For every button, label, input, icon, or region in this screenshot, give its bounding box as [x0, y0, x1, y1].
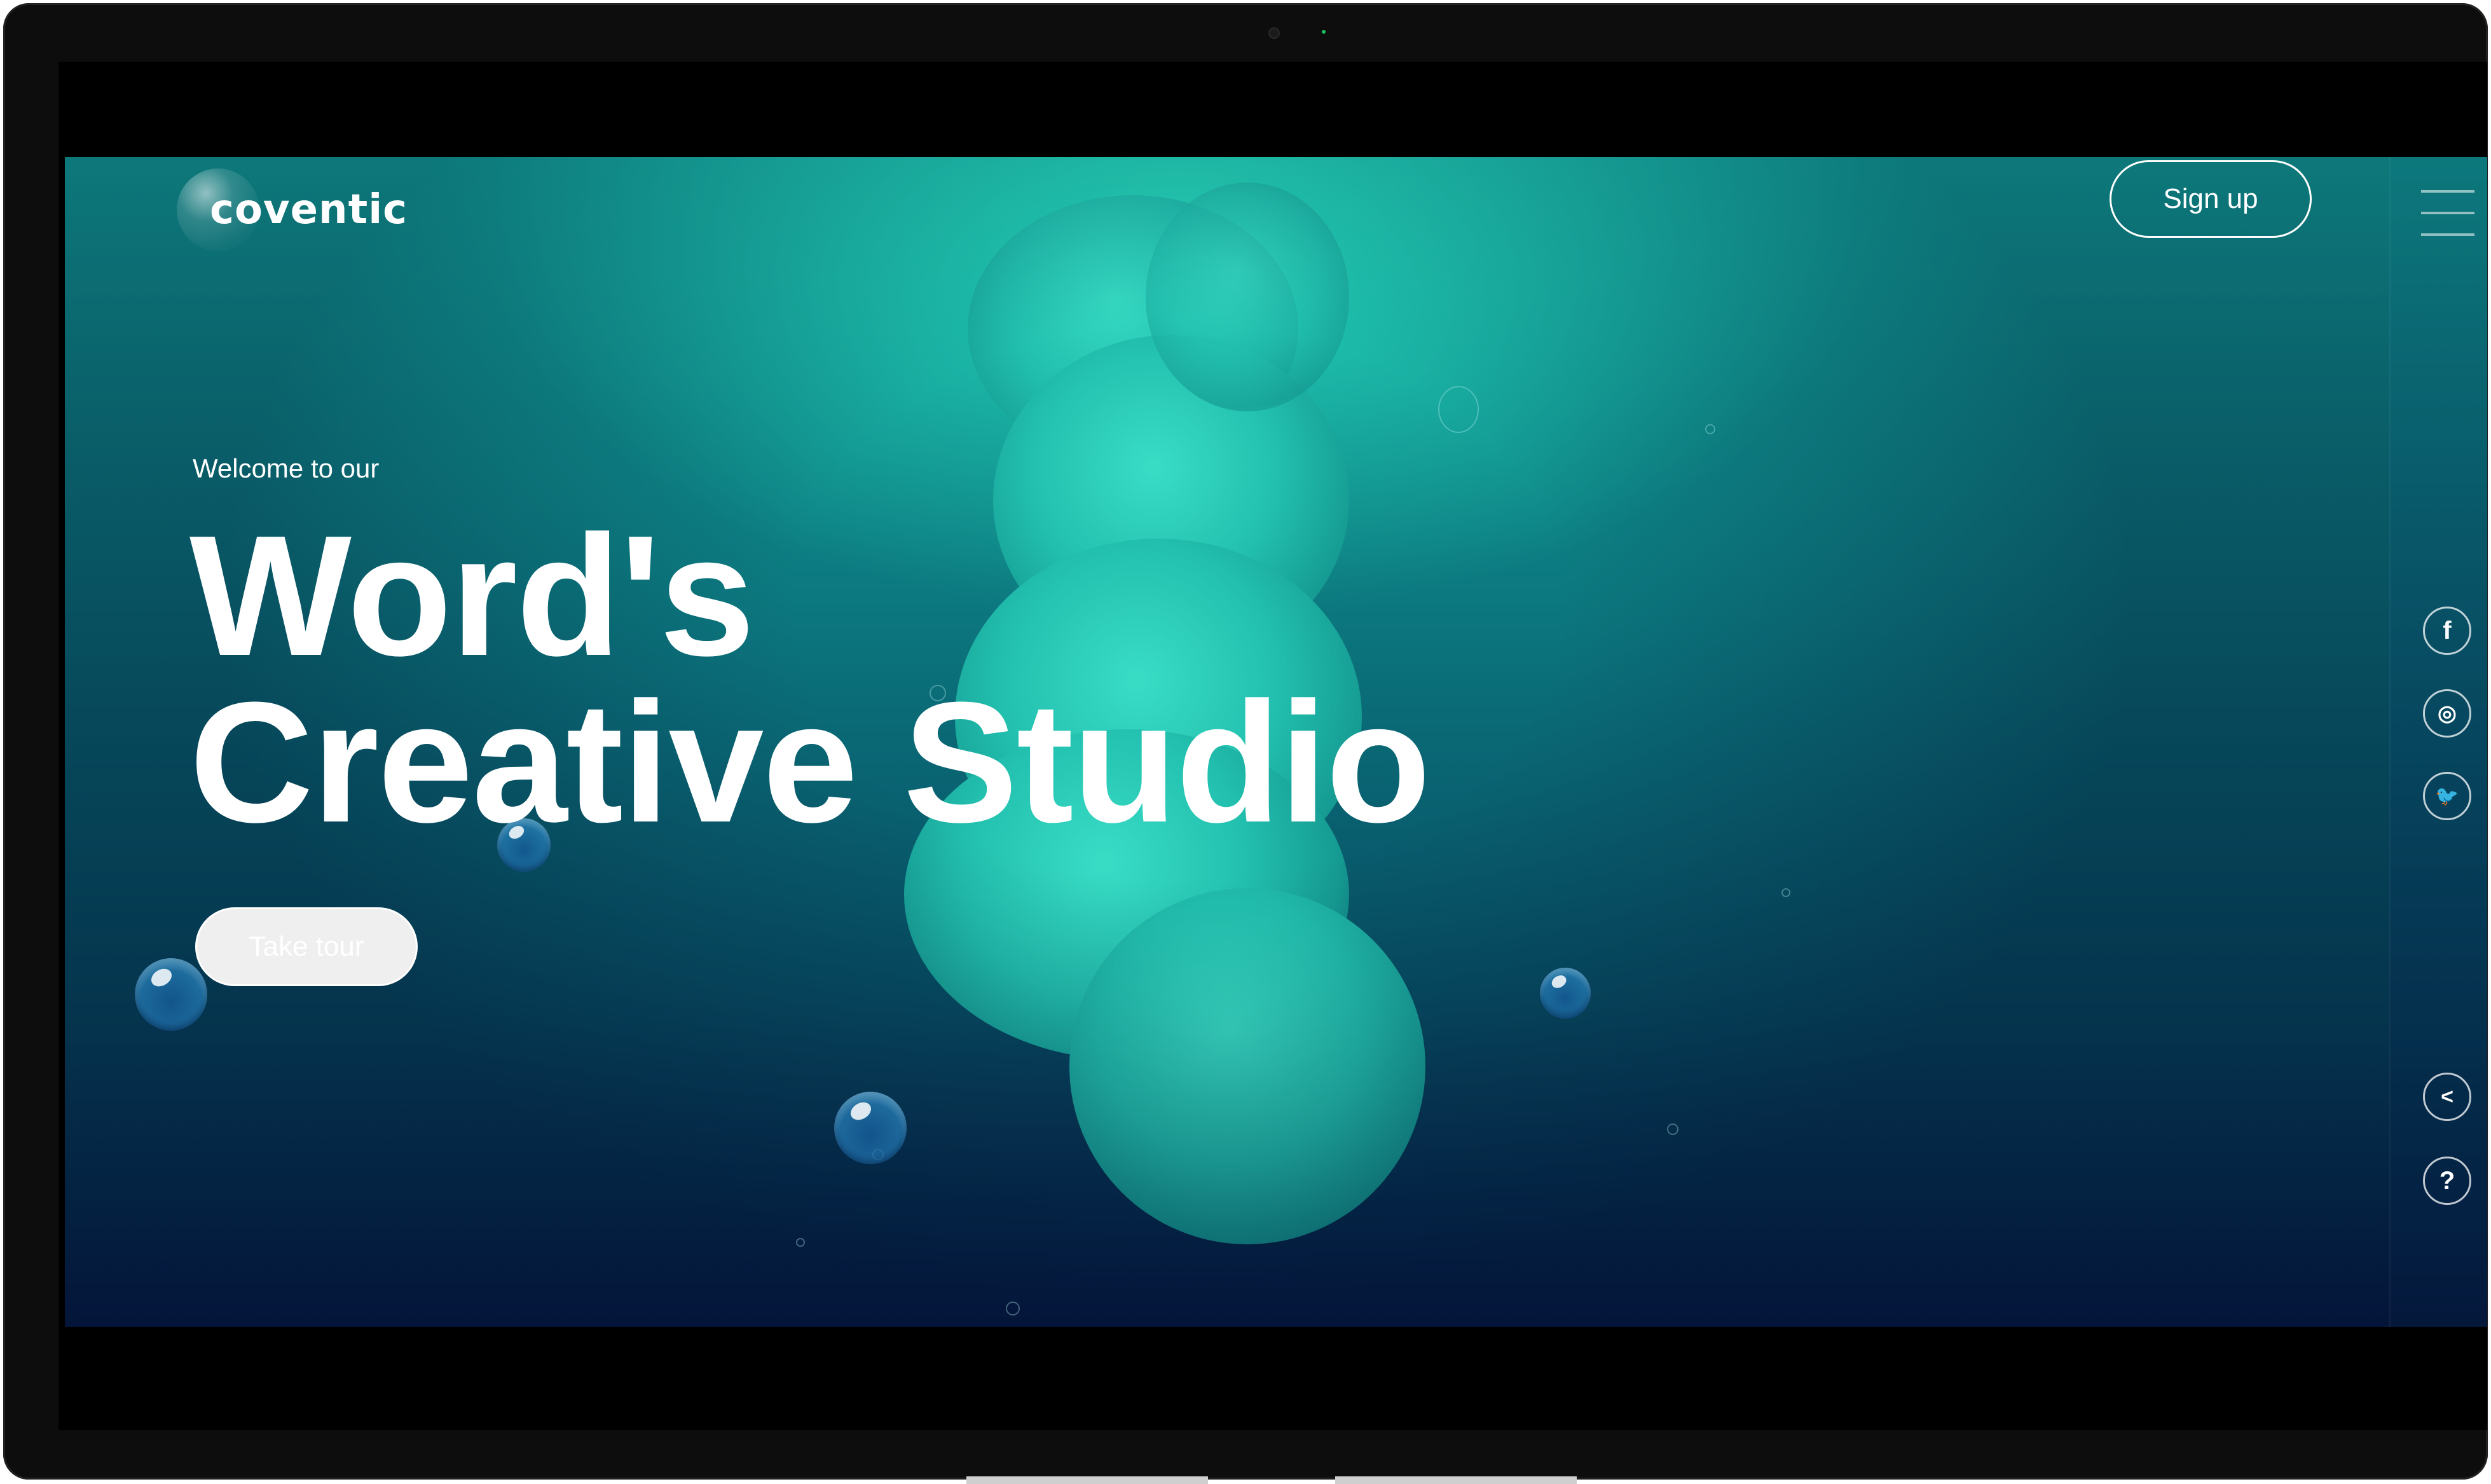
share-icon[interactable]: < — [2423, 1073, 2471, 1121]
right-rail: f ◎ 🐦 < ? — [2389, 157, 2487, 1327]
page-title: Word's Creative Studio — [189, 500, 1431, 858]
monitor-stand-left — [966, 1476, 1208, 1484]
welcome-text: Welcome to our — [193, 453, 380, 483]
monitor-stand-right — [1335, 1476, 1577, 1484]
facebook-icon[interactable]: f — [2423, 607, 2471, 655]
power-led-icon — [1322, 30, 1326, 34]
screen: coventic Sign up Welcome to our Word's C… — [58, 62, 2487, 1430]
camera-icon — [1268, 27, 1280, 39]
bubble-speck — [1006, 1302, 1020, 1316]
headline-line-2: Creative Studio — [189, 667, 1431, 858]
screen-bottom-bezel — [58, 1327, 2487, 1430]
bubble-speck — [1781, 888, 1790, 897]
bubble-decoration — [834, 1092, 907, 1164]
monitor-frame: coventic Sign up Welcome to our Word's C… — [3, 3, 2488, 1480]
logo-text: coventic — [210, 186, 408, 233]
headline-line-1: Word's — [189, 500, 755, 692]
bubble-speck — [1667, 1123, 1678, 1135]
help-icon[interactable]: ? — [2423, 1157, 2471, 1205]
brand-logo[interactable]: coventic — [177, 168, 408, 251]
bubble-speck — [1705, 424, 1715, 434]
hamburger-menu-icon[interactable] — [2421, 190, 2474, 238]
bubble-decoration — [135, 958, 207, 1031]
twitter-icon[interactable]: 🐦 — [2423, 772, 2471, 820]
bubble-speck — [1438, 386, 1479, 433]
bubble-speck — [796, 1238, 805, 1247]
instagram-icon[interactable]: ◎ — [2423, 689, 2471, 738]
hero-section: coventic Sign up Welcome to our Word's C… — [65, 157, 2487, 1327]
take-tour-button[interactable]: Take tour — [195, 907, 418, 986]
signup-button[interactable]: Sign up — [2110, 160, 2312, 238]
bubble-decoration — [1540, 968, 1591, 1019]
